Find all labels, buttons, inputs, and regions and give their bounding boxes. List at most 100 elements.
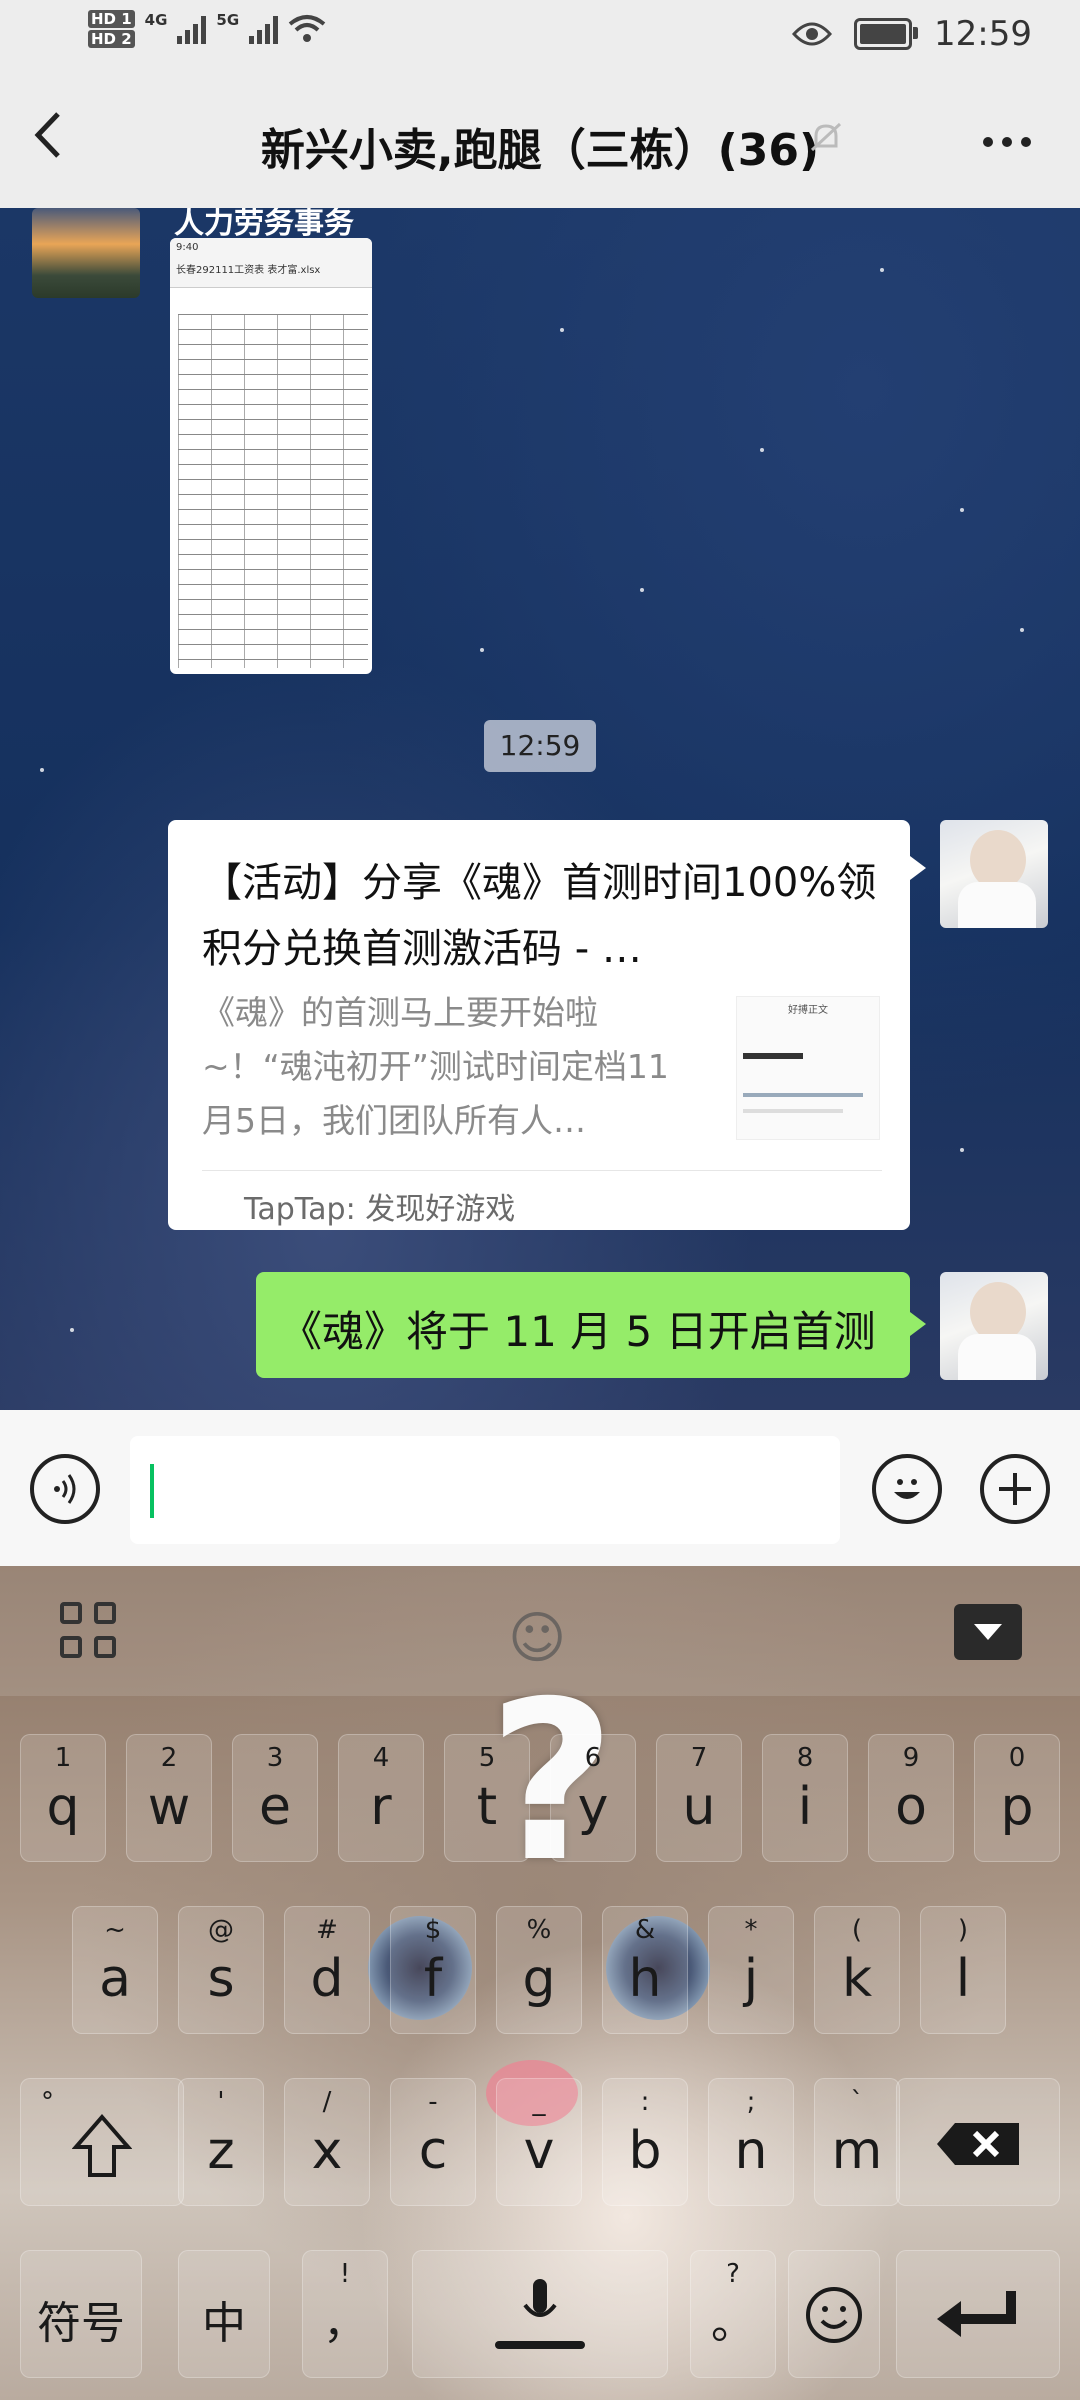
key-main-label: d (310, 1949, 344, 2009)
symbols-key[interactable]: 符号 (20, 2250, 142, 2378)
key-y[interactable]: 6y (550, 1734, 636, 1862)
key-sub-label: 1 (54, 1743, 72, 1773)
key-sub-label: / (322, 2087, 332, 2117)
key-main-label: g (522, 1949, 556, 2009)
keyboard-emoji-icon[interactable]: ☺ (508, 1606, 566, 1671)
key-z[interactable]: ' z (178, 2078, 264, 2206)
keyboard: ? ☺ 1q2w3e4r5t6y7u8i9o0p ~ a @ s # d $ f% g & h * j(… (0, 1566, 1080, 2400)
share-card-title: 【活动】分享《魂》首测时间100%领积分兑换首测激活码 - … (202, 860, 877, 972)
key-l[interactable]: ) l (920, 1906, 1006, 2034)
key-f[interactable]: $ f (390, 1906, 476, 2034)
my-avatar-2[interactable] (940, 1272, 1048, 1380)
key-sub-label: 6 (584, 1743, 602, 1773)
key-k[interactable]: (k (814, 1906, 900, 2034)
voice-button[interactable] (30, 1454, 100, 1524)
comma-key[interactable]: ! ， (302, 2250, 388, 2378)
image-title: 长春292111工资表 表才富.xlsx (176, 265, 321, 276)
key-a[interactable]: ~ a (72, 1906, 158, 2034)
space-key[interactable] (412, 2250, 668, 2378)
key-m[interactable]: ` m (814, 2078, 900, 2206)
timestamp-chip: 12:59 (484, 720, 596, 772)
key-sub-label: 9 (902, 1743, 920, 1773)
key-i[interactable]: 8i (762, 1734, 848, 1862)
key-sub-label: ( (851, 1915, 863, 1945)
key-u[interactable]: 7u (656, 1734, 742, 1862)
key-c[interactable]: -c (390, 2078, 476, 2206)
battery-icon (854, 18, 919, 50)
period-key[interactable]: ? 。 (690, 2250, 776, 2378)
key-h[interactable]: & h (602, 1906, 688, 2034)
enter-key[interactable] (896, 2250, 1060, 2378)
bell-muted-icon (808, 120, 844, 165)
key-main-label: w (147, 1777, 191, 1837)
key-o[interactable]: 9o (868, 1734, 954, 1862)
shift-sub: ° (41, 2087, 54, 2117)
key-sub-label: # (316, 1915, 338, 1945)
key-main-label: s (207, 1949, 235, 2009)
share-card-source: TapTap: 发现好游戏 (244, 1192, 516, 1227)
key-g[interactable]: % g (496, 1906, 582, 2034)
key-q[interactable]: 1q (20, 1734, 106, 1862)
plus-button[interactable] (980, 1454, 1050, 1524)
key-main-label: o (895, 1777, 927, 1837)
message-input[interactable] (130, 1436, 840, 1544)
key-p[interactable]: 0p (974, 1734, 1060, 1862)
key-main-label: r (370, 1777, 392, 1837)
key-b[interactable]: :b (602, 2078, 688, 2206)
network-4g: 4G (144, 11, 168, 29)
share-card-thumbnail: 好搏正文 (736, 996, 880, 1140)
key-v[interactable]: _ v (496, 2078, 582, 2206)
status-right: 12:59 (792, 14, 1032, 54)
backspace-icon (937, 2123, 1019, 2165)
hide-keyboard-button[interactable] (954, 1604, 1022, 1660)
period-main: 。 (711, 2298, 755, 2349)
grid-menu-icon[interactable] (60, 1602, 120, 1662)
key-sub-label: & (634, 1915, 656, 1945)
key-t[interactable]: 5t (444, 1734, 530, 1862)
emoji-button[interactable] (872, 1454, 942, 1524)
key-w[interactable]: 2w (126, 1734, 212, 1862)
key-main-label: e (259, 1777, 291, 1837)
key-n[interactable]: ; n (708, 2078, 794, 2206)
key-s[interactable]: @ s (178, 1906, 264, 2034)
key-main-label: c (418, 2121, 448, 2181)
sender-avatar[interactable] (32, 208, 140, 298)
key-r[interactable]: 4r (338, 1734, 424, 1862)
key-sub-label: : (640, 2087, 650, 2117)
key-main-label: l (955, 1949, 971, 2009)
eye-icon (792, 22, 833, 46)
hd-badges: HD 1 HD 2 (88, 10, 135, 48)
comma-sub: ! (339, 2259, 351, 2289)
text-message-bubble[interactable]: 《魂》将于 11 月 5 日开启首测 (256, 1272, 926, 1378)
key-x[interactable]: / x (284, 2078, 370, 2206)
key-e[interactable]: 3e (232, 1734, 318, 1862)
key-main-label: x (311, 2121, 343, 2181)
chat-area[interactable]: 人力劳务事务 9:40 长春292111工资表 表才富.xlsx 12:59 【… (0, 208, 1080, 1410)
keyboard-emoji-key[interactable] (788, 2250, 880, 2378)
key-sub-label: 8 (796, 1743, 814, 1773)
key-sub-label: @ (208, 1915, 234, 1945)
symbols-label: 符号 (37, 2298, 125, 2349)
key-sub-label: ` (850, 2087, 864, 2117)
key-main-label: q (46, 1777, 80, 1837)
shift-key[interactable]: ° (20, 2078, 184, 2206)
key-j[interactable]: * j (708, 1906, 794, 2034)
key-main-label: k (841, 1949, 873, 2009)
image-time: 9:40 (176, 242, 199, 253)
share-card[interactable]: 【活动】分享《魂》首测时间100%领积分兑换首测激活码 - … 《魂》的首测马上… (168, 820, 926, 1230)
comma-main: ， (323, 2298, 367, 2349)
thumbnail-title: 好搏正文 (788, 1005, 828, 1016)
key-sub-label: 3 (266, 1743, 284, 1773)
more-button[interactable] (982, 108, 1032, 164)
image-message[interactable]: 9:40 长春292111工资表 表才富.xlsx (170, 238, 372, 674)
my-avatar[interactable] (940, 820, 1048, 928)
status-left: HD 1 HD 2 4G 5G (88, 10, 326, 48)
lang-key[interactable]: 中 (178, 2250, 270, 2378)
backspace-key[interactable] (896, 2078, 1060, 2206)
keyboard-toolbar: ☺ (0, 1566, 1080, 1696)
key-sub-label: $ (424, 1915, 442, 1945)
status-bar: HD 1 HD 2 4G 5G 12:59 (0, 0, 1080, 78)
plus-icon (999, 1473, 1031, 1505)
key-main-label: i (797, 1777, 813, 1837)
key-d[interactable]: # d (284, 1906, 370, 2034)
